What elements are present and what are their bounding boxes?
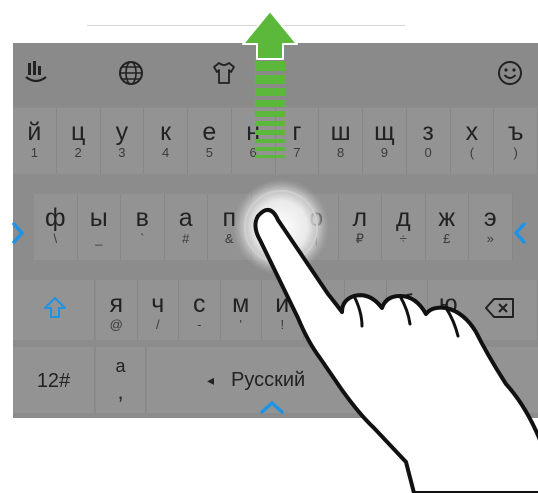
key-sublabel: 0	[424, 145, 432, 160]
key[interactable]: ш8	[319, 108, 363, 174]
key-label: ш	[330, 118, 351, 146]
key-label: с	[193, 290, 206, 318]
swipe-up-arrow-icon	[242, 10, 298, 158]
key-sublabel: 2	[74, 145, 82, 160]
key-label: у	[115, 118, 129, 146]
key[interactable]: я @	[96, 280, 138, 340]
key-sublabel: \	[53, 231, 58, 246]
key-sublabel: (	[469, 145, 475, 160]
chevron-right-icon[interactable]	[11, 221, 27, 245]
shift-arrow-icon	[44, 297, 66, 318]
key-label: ц	[70, 118, 86, 146]
key-label: е	[202, 118, 217, 146]
key-sublabel: 5	[205, 145, 213, 160]
key-label: щ	[374, 118, 395, 146]
key[interactable]: й1	[13, 108, 57, 174]
key[interactable]: е5	[188, 108, 232, 174]
key-label: а	[178, 204, 193, 232]
key-label: ф	[44, 204, 66, 232]
key-sublabel: 8	[337, 145, 345, 160]
key-label: в	[135, 204, 149, 232]
finger-hand-icon	[253, 208, 538, 493]
punctuation-key-bottom: ,	[117, 379, 124, 404]
punctuation-key-top: a	[115, 356, 126, 376]
key[interactable]: ф \	[34, 194, 78, 260]
numbers-key-label: 12#	[36, 370, 71, 392]
key-label: к	[160, 118, 172, 146]
key-sublabel: #	[182, 231, 190, 246]
key-sublabel: @	[109, 317, 123, 332]
punctuation-key[interactable]: a ,	[96, 347, 146, 413]
key-label: ч	[151, 290, 165, 318]
key[interactable]: а #	[164, 194, 208, 260]
globe-icon[interactable]	[113, 55, 149, 91]
space-left-arrow: ◂	[207, 372, 215, 388]
key[interactable]: ъ)	[494, 108, 538, 174]
key-sublabel: -	[197, 317, 202, 332]
key-sublabel: /	[155, 317, 160, 332]
key[interactable]: в `	[121, 194, 165, 260]
key-sublabel: )	[513, 145, 518, 160]
key-sublabel: 9	[380, 145, 388, 160]
key-sublabel: 3	[118, 145, 126, 160]
numbers-key[interactable]: 12#	[13, 347, 95, 413]
key[interactable]: х(	[450, 108, 495, 174]
key-label: ы	[89, 204, 108, 232]
key-sublabel: `	[140, 231, 145, 246]
key-label: ъ	[507, 118, 524, 146]
emoji-icon[interactable]	[492, 55, 528, 91]
key-sublabel: 4	[162, 145, 170, 160]
tshirt-theme-icon[interactable]	[206, 55, 242, 91]
shift-key[interactable]	[13, 280, 95, 340]
key[interactable]: з0	[406, 108, 451, 174]
key[interactable]: ы _	[77, 194, 121, 260]
key-sublabel: 1	[30, 145, 38, 160]
key[interactable]: ц2	[56, 108, 101, 174]
key-label: х	[465, 118, 479, 146]
key-label: з	[422, 118, 434, 146]
key[interactable]: у3	[100, 108, 145, 174]
key[interactable]: ч /	[137, 280, 179, 340]
key[interactable]: к4	[144, 108, 188, 174]
key[interactable]: щ9	[363, 108, 407, 174]
voice-input-icon[interactable]	[18, 55, 54, 91]
key-label: й	[27, 118, 42, 146]
key-sublabel: _	[95, 231, 103, 246]
key[interactable]: с-	[179, 280, 221, 340]
key-label: я	[109, 290, 124, 318]
